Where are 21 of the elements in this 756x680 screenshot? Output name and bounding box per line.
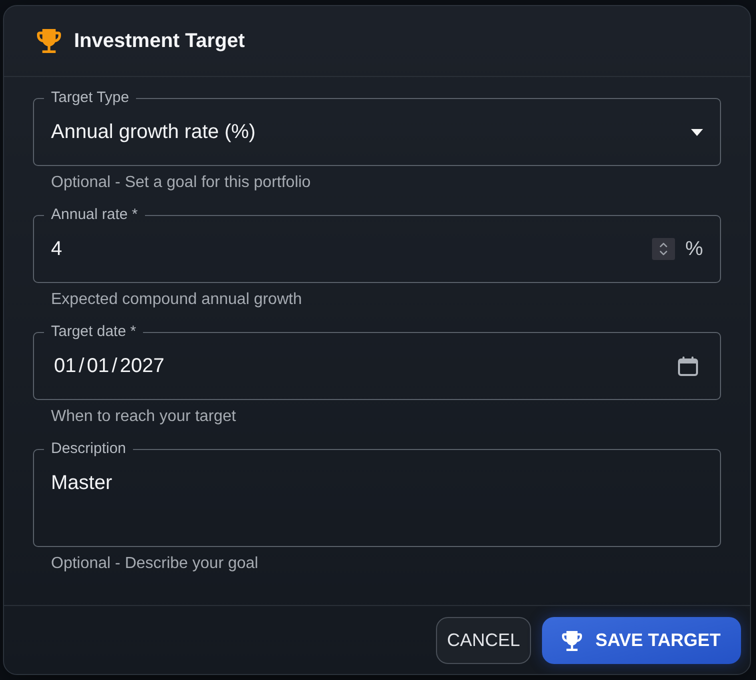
trophy-icon xyxy=(37,29,61,53)
helper-text: When to reach your target xyxy=(51,407,237,427)
save-button[interactable]: SAVE TARGET xyxy=(542,617,741,664)
dialog-title: Investment Target xyxy=(74,29,245,53)
field-label: Target date * xyxy=(50,323,138,341)
date-input-field[interactable]: Target date * 01 / 01 / 2027 xyxy=(33,323,721,400)
helper-text: Expected compound annual growth xyxy=(51,290,303,310)
field-label: Description xyxy=(50,440,128,458)
number-input-field[interactable]: Annual rate * 4 % xyxy=(33,206,721,283)
select-field[interactable]: Target Type Annual growth rate (%) xyxy=(33,89,721,166)
calendar-icon[interactable] xyxy=(678,356,698,376)
stepper-icon[interactable] xyxy=(652,238,676,260)
field-label: Annual rate * xyxy=(50,206,139,224)
caret-icon xyxy=(691,128,703,136)
cancel-button[interactable]: CANCEL xyxy=(436,617,531,664)
unit-label: % xyxy=(685,237,703,261)
trophy-icon xyxy=(562,630,582,650)
helper-text: Optional - Set a goal for this portfolio xyxy=(51,173,312,193)
field-label: Target Type xyxy=(50,89,130,107)
helper-text: Optional - Describe your goal xyxy=(51,554,260,574)
text-area-field[interactable]: Description Master xyxy=(33,440,721,547)
